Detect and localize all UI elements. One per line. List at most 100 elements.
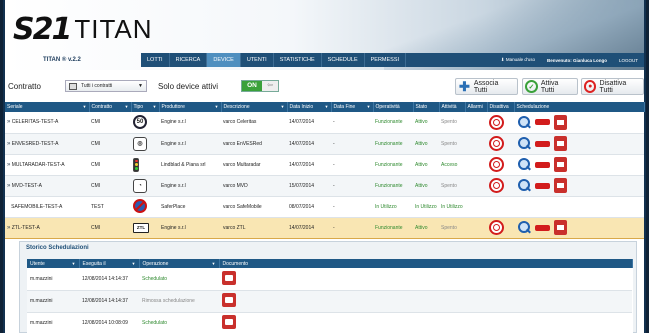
minus-icon[interactable] — [535, 140, 550, 147]
contratto-value: Tutti i contratti — [81, 83, 113, 89]
expand-icon[interactable]: » — [7, 183, 10, 189]
table-row[interactable]: » MVD-TEST-A CMI ◔ Engine s.r.l varco MV… — [5, 175, 644, 197]
search-icon[interactable] — [516, 136, 531, 151]
speed-limit-icon: 50 — [133, 115, 147, 130]
table-row-selected[interactable]: » ZTL-TEST-A CMI ZTL Engine s.r.l varco … — [5, 216, 644, 239]
app-header: S21 TITAN TITAN ® v.2.2 LOTTI RICERCA DE… — [5, 0, 644, 70]
toggle-on: ON — [242, 81, 262, 91]
history-table: Utente ▼ Eseguita il ▼ Operazione ▼ Documen… — [27, 259, 633, 333]
col-documento[interactable]: Documento — [219, 259, 633, 268]
chevron-down-icon: ▼ — [138, 83, 143, 89]
table-row[interactable]: SAFEMOBILE-TEST-A TEST SaferPlace varco … — [5, 196, 644, 218]
col-operativita[interactable]: Operatività — [373, 102, 414, 112]
schedule-document-icon[interactable] — [554, 114, 567, 130]
logo-titan: TITAN — [74, 13, 153, 44]
solo-device-label: Solo device attivi — [158, 82, 219, 91]
solo-device-toggle[interactable]: ON ⇦ — [241, 80, 279, 92]
ztl-sign-icon: ZTL — [133, 222, 149, 233]
col-tipo[interactable]: Tipo ▼ — [131, 102, 160, 112]
history-title: Storico Schedulazioni — [26, 245, 89, 251]
minus-icon[interactable] — [535, 161, 550, 168]
schedule-document-icon[interactable] — [554, 157, 567, 172]
history-row[interactable]: m.mazzini 12/08/2014 10:08:09 Schedulato — [27, 312, 632, 333]
col-contratto[interactable]: Contratto ▼ — [89, 102, 132, 112]
col-seriale[interactable]: Seriale ▼ — [5, 102, 90, 112]
attiva-tutti-button[interactable]: ✓ Attiva Tutti — [522, 78, 578, 95]
history-header-row: Utente ▼ Eseguita il ▼ Operazione ▼ Documen… — [27, 259, 633, 268]
nav-ricerca[interactable]: RICERCA — [170, 53, 208, 67]
minus-icon[interactable] — [535, 119, 550, 126]
contract-icon — [69, 82, 77, 90]
nav-lotti[interactable]: LOTTI — [141, 53, 170, 67]
version-label: TITAN ® v.2.2 — [43, 57, 81, 63]
toolbar: Contratto Tutti i contratti ▼ Solo devic… — [5, 76, 644, 98]
logo: S21 TITAN — [13, 11, 153, 47]
schedule-document-icon[interactable] — [554, 220, 567, 235]
nav-device[interactable]: DEVICE — [207, 53, 241, 67]
minus-icon[interactable] — [535, 224, 550, 231]
col-data-inizio[interactable]: Data Inizio ▼ — [287, 102, 332, 112]
plus-icon: ✚ — [458, 78, 470, 94]
disattiva-target-icon[interactable] — [489, 178, 504, 193]
schedule-document-icon[interactable] — [554, 178, 567, 193]
nav-right: ⬇ Manuale d'uso Benvenuto: Gianluca Long… — [495, 57, 644, 63]
speedometer-icon: ◔ — [133, 178, 147, 193]
check-circle-icon: ✓ — [525, 80, 538, 93]
search-icon[interactable] — [516, 220, 531, 235]
table-header-row: Seriale ▼ Contratto ▼ Tipo ▼ Produttore ▼ De… — [5, 102, 645, 112]
col-descrizione[interactable]: Descrizione ▼ — [221, 102, 288, 112]
pdf-document-icon[interactable] — [222, 293, 236, 307]
col-attivita[interactable]: Attività — [439, 102, 466, 112]
collapse-icon[interactable]: » — [7, 225, 10, 231]
expand-icon[interactable]: » — [7, 162, 10, 168]
col-eseguita[interactable]: Eseguita il ▼ — [79, 259, 140, 268]
logo-s21: S21 — [13, 11, 72, 47]
contratto-select[interactable]: Tutti i contratti ▼ — [65, 80, 147, 92]
no-parking-icon — [133, 198, 147, 213]
disattiva-target-icon[interactable] — [489, 114, 504, 130]
col-disattiva[interactable]: Disattiva — [487, 102, 515, 112]
traffic-light-icon — [133, 157, 139, 172]
search-icon[interactable] — [516, 178, 531, 193]
history-row[interactable]: m.mazzini 12/08/2014 14:14:37 Schedulato — [27, 268, 632, 291]
disattiva-target-icon[interactable] — [489, 220, 504, 235]
expand-icon[interactable]: » — [7, 141, 10, 147]
minus-icon[interactable] — [535, 182, 550, 189]
disattiva-tutti-button[interactable]: ● Disattiva Tutti — [581, 78, 644, 95]
history-row[interactable]: m.mazzini 12/08/2014 14:14:37 Rimossa sc… — [27, 290, 632, 313]
associa-tutti-button[interactable]: ✚ Associa Tutti — [455, 78, 518, 95]
search-icon[interactable] — [516, 157, 531, 172]
col-data-fine[interactable]: Data Fine ▼ — [331, 102, 374, 112]
manual-link[interactable]: ⬇ Manuale d'uso — [495, 57, 541, 63]
nav-permessi[interactable]: PERMESSI — [365, 53, 407, 67]
disattiva-target-icon[interactable] — [489, 157, 504, 172]
schedule-document-icon[interactable] — [554, 136, 567, 151]
col-produttore[interactable]: Produttore ▼ — [159, 102, 222, 112]
col-allarmi[interactable]: Allarmi — [465, 102, 488, 112]
table-row[interactable]: » ENVESRED-TEST-A CMI ◎ Engine s.r.l var… — [5, 133, 644, 155]
logout-link[interactable]: LOGOUT — [613, 58, 644, 63]
pdf-document-icon[interactable] — [222, 270, 236, 285]
col-utente[interactable]: Utente ▼ — [27, 259, 80, 268]
camera-icon: ◎ — [133, 136, 147, 151]
col-schedulazione[interactable]: Schedulazione — [514, 102, 645, 112]
nav-utenti[interactable]: UTENTI — [241, 53, 274, 67]
search-icon[interactable] — [516, 115, 531, 130]
col-operazione[interactable]: Operazione ▼ — [139, 259, 220, 268]
main-nav: LOTTI RICERCA DEVICE UTENTI STATISTICHE … — [141, 53, 644, 67]
contratto-label: Contratto — [8, 82, 41, 91]
history-panel: Storico Schedulazioni Utente ▼ Eseguita i… — [19, 241, 637, 333]
stop-circle-icon: ● — [584, 80, 597, 93]
disattiva-target-icon[interactable] — [489, 136, 504, 151]
nav-schedule[interactable]: SCHEDULE — [322, 53, 365, 67]
nav-statistiche[interactable]: STATISTICHE — [274, 53, 322, 67]
toggle-off-arrow-icon: ⇦ — [262, 81, 278, 91]
pdf-document-icon[interactable] — [222, 315, 236, 329]
expand-icon[interactable]: » — [7, 119, 10, 125]
table-row[interactable]: » MULTARADAR-TEST-A CMI Lindblad & Piana… — [5, 154, 644, 176]
welcome-text: Benvenuto: Gianluca Longo — [546, 57, 607, 63]
col-stato[interactable]: Stato — [413, 102, 440, 112]
app-frame: S21 TITAN TITAN ® v.2.2 LOTTI RICERCA DE… — [3, 0, 646, 333]
table-row[interactable]: » CELERITAS-TEST-A CMI 50 Engine s.r.l v… — [5, 112, 644, 134]
device-table: Seriale ▼ Contratto ▼ Tipo ▼ Produttore ▼ De… — [5, 102, 645, 239]
